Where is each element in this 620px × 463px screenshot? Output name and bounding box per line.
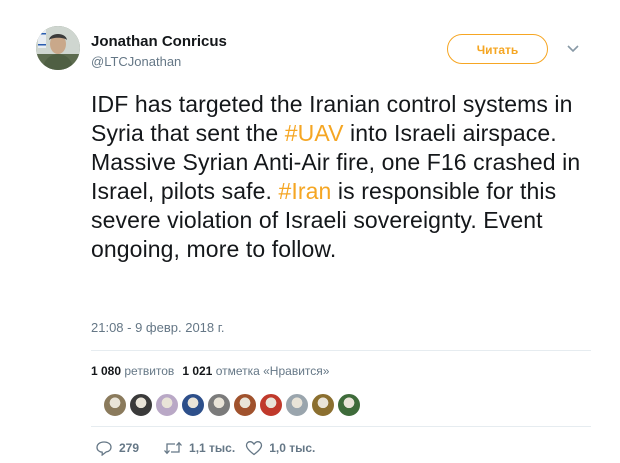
liker-avatar[interactable] [259,393,283,417]
liker-avatar[interactable] [103,393,127,417]
hashtag-uav-link[interactable]: #UAV [285,120,344,146]
liker-avatar[interactable] [155,393,179,417]
tweet-card: Jonathan Conricus @LTCJonathan Читать ID… [0,0,620,463]
avatar-photo [36,26,80,70]
like-count: 1,0 тыс. [269,441,316,455]
likes-label: отметка «Нравится» [215,364,330,378]
chevron-down-icon[interactable] [566,44,580,54]
follow-button[interactable]: Читать [447,34,548,64]
tweet-stats: 1 080 ретвитов 1 021 отметка «Нравится» [91,364,329,378]
author-handle[interactable]: @LTCJonathan [91,54,227,70]
liker-avatar[interactable] [311,393,335,417]
likes-stat[interactable]: 1 021 отметка «Нравится» [182,364,329,378]
tweet-timestamp[interactable]: 21:08 - 9 февр. 2018 г. [91,320,225,335]
divider [91,350,591,351]
author-name[interactable]: Jonathan Conricus [91,33,227,51]
tweet-actions: 279 1,1 тыс. 1,0 тыс. [95,440,315,456]
liker-avatar[interactable] [181,393,205,417]
likes-count: 1 021 [182,364,213,378]
reply-count: 279 [119,441,140,455]
like-button[interactable]: 1,0 тыс. [245,440,315,456]
likers-avatars [103,393,363,417]
liker-avatar[interactable] [285,393,309,417]
heart-icon [246,441,263,456]
retweets-stat[interactable]: 1 080 ретвитов [91,364,174,378]
retweets-label: ретвитов [124,364,175,378]
author-avatar[interactable] [36,26,80,70]
retweet-icon [164,441,183,455]
retweet-count: 1,1 тыс. [189,441,236,455]
author-block: Jonathan Conricus @LTCJonathan [91,33,227,70]
reply-icon [96,441,112,456]
retweets-count: 1 080 [91,364,122,378]
liker-avatar[interactable] [233,393,257,417]
hashtag-iran-link[interactable]: #Iran [278,178,331,204]
reply-button[interactable]: 279 [95,440,139,456]
liker-avatar[interactable] [129,393,153,417]
tweet-text: IDF has targeted the Iranian control sys… [91,90,591,264]
liker-avatar[interactable] [207,393,231,417]
divider [91,426,591,427]
liker-avatar[interactable] [337,393,361,417]
retweet-button[interactable]: 1,1 тыс. [163,440,235,456]
